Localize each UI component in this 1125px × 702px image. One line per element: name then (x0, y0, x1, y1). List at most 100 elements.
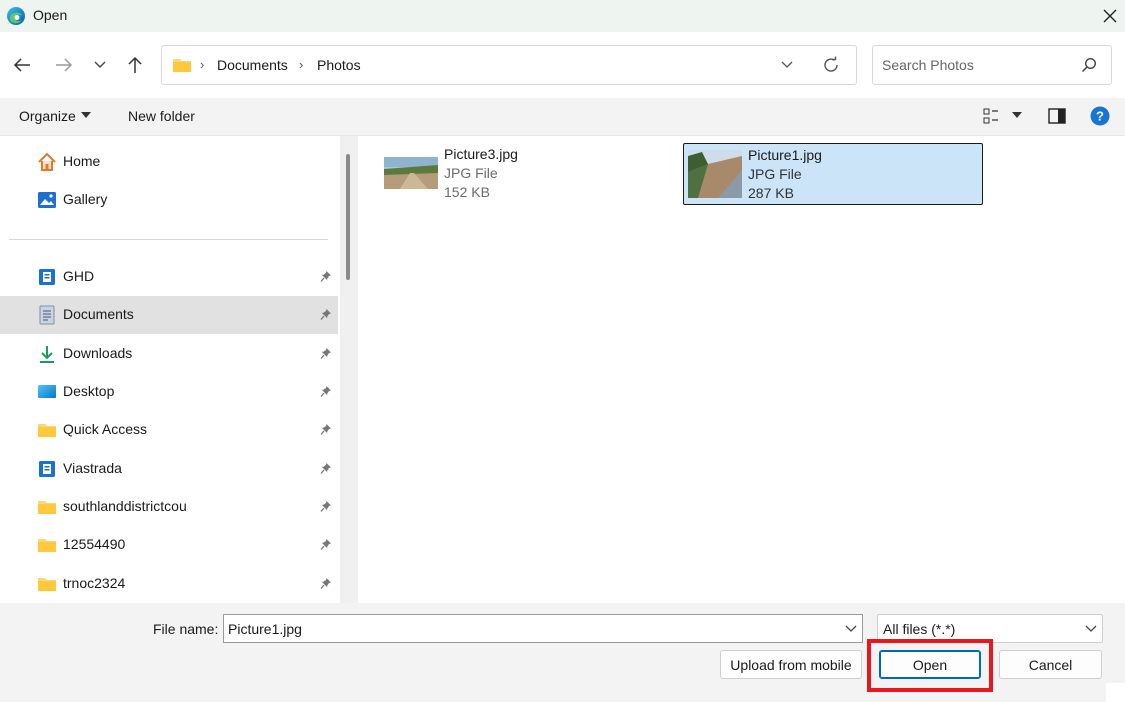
chevron-right-icon: › (200, 57, 205, 72)
folder-icon (173, 59, 191, 72)
sharepoint-icon (39, 269, 55, 285)
breadcrumb-photos[interactable]: Photos (317, 57, 361, 73)
arrow-up-icon (128, 56, 142, 73)
chevron-down-icon (1085, 625, 1097, 632)
preview-pane-icon[interactable] (1048, 108, 1066, 124)
sidebar-item-gallery[interactable]: Gallery (0, 181, 338, 219)
pin-icon[interactable] (320, 347, 332, 360)
breadcrumb-documents[interactable]: Documents (217, 57, 288, 73)
sidebar-item-quick-access[interactable]: Quick Access (0, 411, 338, 449)
sidebar-item-desktop[interactable]: Desktop (0, 373, 338, 411)
sidebar-item-label: Home (63, 153, 101, 169)
resize-grip[interactable] (1106, 683, 1125, 702)
file-item-picture1[interactable]: Picture1.jpg JPG File 287 KB (683, 143, 983, 205)
file-type-value: All files (*.*) (883, 621, 956, 637)
forward-button[interactable] (52, 53, 76, 77)
sidebar-item-viastrada[interactable]: Viastrada (0, 450, 338, 488)
documents-icon (39, 305, 55, 325)
arrow-right-icon (56, 58, 73, 72)
caret-down-icon (81, 112, 91, 118)
pin-icon[interactable] (320, 308, 332, 321)
image-thumbnail (688, 150, 742, 198)
sharepoint-icon (39, 461, 55, 477)
pin-icon[interactable] (320, 577, 332, 590)
chevron-down-icon[interactable] (844, 623, 858, 635)
help-icon[interactable]: ? (1090, 106, 1110, 126)
navigation-bar: › Documents › Photos (0, 32, 1125, 98)
sidebar-item-label: 12554490 (63, 536, 126, 552)
search-input[interactable] (882, 57, 1072, 73)
file-name-input[interactable] (228, 621, 818, 637)
navigation-pane: Home Gallery GHD Documents Downloads Des… (0, 136, 340, 603)
caret-down-icon[interactable] (1012, 112, 1022, 118)
file-type: JPG File (748, 166, 802, 182)
search-box[interactable] (872, 45, 1112, 85)
file-item-picture3[interactable]: Picture3.jpg JPG File 152 KB (380, 143, 680, 205)
image-thumbnail (384, 157, 438, 189)
sidebar-item-label: Downloads (63, 345, 133, 361)
file-name: Picture3.jpg (444, 146, 518, 162)
sidebar-item-label: Desktop (63, 383, 115, 399)
address-bar[interactable]: › Documents › Photos (161, 45, 857, 85)
sidebar-item-ghd[interactable]: GHD (0, 258, 338, 296)
back-button[interactable] (10, 53, 34, 77)
refresh-icon[interactable] (822, 56, 840, 74)
new-folder-button[interactable]: New folder (128, 108, 195, 124)
organize-button[interactable]: Organize (19, 108, 76, 124)
pin-icon[interactable] (320, 500, 332, 513)
file-size: 287 KB (748, 185, 794, 201)
sidebar-item-home[interactable]: Home (0, 143, 338, 181)
sidebar-item-label: southlanddistrictcou (63, 498, 187, 514)
upload-from-mobile-button[interactable]: Upload from mobile (720, 650, 862, 679)
folder-icon (38, 501, 56, 514)
sidebar-item-12554490[interactable]: 12554490 (0, 526, 338, 564)
sidebar-item-label: Viastrada (63, 460, 122, 476)
pin-icon[interactable] (320, 538, 332, 551)
sidebar-item-label: GHD (63, 268, 95, 284)
sidebar-item-documents[interactable]: Documents (0, 296, 338, 334)
annotation-highlight-box (867, 639, 993, 692)
pin-icon[interactable] (320, 462, 332, 475)
sidebar-item-label: Gallery (63, 191, 108, 207)
title-bar: Open (0, 0, 1125, 32)
arrow-left-icon (13, 58, 30, 72)
home-icon (38, 152, 56, 171)
sidebar-item-trnoc2324[interactable]: trnoc2324 (0, 565, 338, 603)
edge-browser-icon (7, 7, 25, 25)
sidebar-item-label: Quick Access (63, 421, 148, 437)
search-icon (1081, 57, 1097, 73)
close-button[interactable] (1098, 4, 1122, 28)
file-list: Picture3.jpg JPG File 152 KB Picture1.jp… (358, 136, 1125, 603)
file-size: 152 KB (444, 184, 490, 200)
desktop-icon (38, 385, 56, 398)
sidebar-scroll-thumb[interactable] (346, 154, 350, 280)
pin-icon[interactable] (320, 270, 332, 283)
chevron-right-icon: › (299, 57, 304, 72)
folder-icon (38, 539, 56, 552)
command-bar: Organize New folder ? (0, 98, 1125, 136)
view-options-icon[interactable] (983, 108, 999, 124)
folder-icon (38, 424, 56, 437)
gallery-icon (38, 192, 56, 208)
sidebar-item-label: trnoc2324 (63, 575, 126, 591)
cancel-button[interactable]: Cancel (999, 650, 1102, 679)
folder-icon (38, 578, 56, 591)
sidebar-item-label: Documents (63, 306, 134, 322)
up-button[interactable] (123, 53, 147, 77)
sidebar-item-downloads[interactable]: Downloads (0, 335, 338, 373)
file-name-label: File name: (153, 621, 219, 637)
chevron-down-icon (94, 61, 106, 68)
window-title: Open (33, 7, 68, 23)
pin-icon[interactable] (320, 385, 332, 398)
file-type: JPG File (444, 165, 498, 181)
file-name: Picture1.jpg (748, 147, 822, 163)
sidebar-divider (9, 239, 328, 240)
chevron-down-icon[interactable] (780, 57, 794, 71)
close-icon (1103, 9, 1117, 23)
recent-locations-button[interactable] (88, 53, 112, 77)
pin-icon[interactable] (320, 423, 332, 436)
file-name-combobox[interactable] (223, 614, 863, 643)
downloads-icon (40, 346, 54, 363)
svg-text:?: ? (1096, 109, 1104, 124)
sidebar-item-southlanddistrictcou[interactable]: southlanddistrictcou (0, 488, 338, 526)
